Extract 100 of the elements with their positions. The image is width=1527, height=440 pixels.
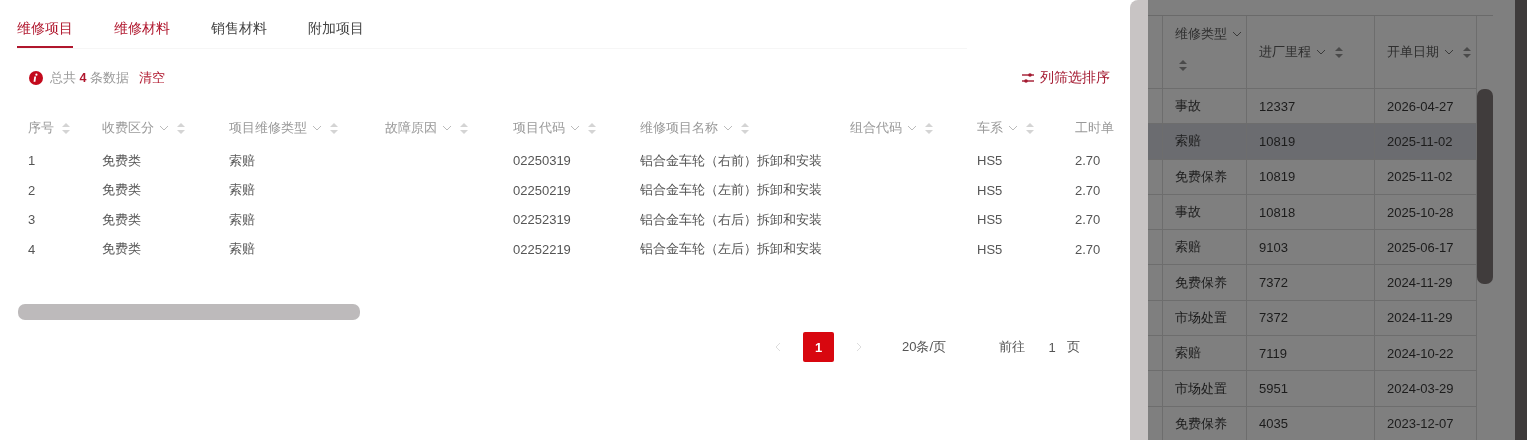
table-cell: 2026-04-27 — [1387, 98, 1454, 114]
chevron-down-icon[interactable] — [159, 125, 169, 131]
column-header[interactable]: 车系 — [977, 119, 1003, 137]
chevron-down-icon[interactable] — [1008, 125, 1018, 131]
column-header[interactable]: 工时单 — [1075, 119, 1114, 137]
chevron-down-icon[interactable] — [312, 125, 322, 131]
goto-label: 前往 — [999, 338, 1026, 356]
table-cell: 02252319 — [513, 212, 571, 228]
column-header[interactable]: 进厂里程 — [1259, 43, 1311, 61]
table-cell: 免费类 — [102, 210, 141, 229]
chevron-down-icon[interactable] — [442, 125, 452, 131]
record-count-text: 总共 4 条数据 — [50, 69, 129, 87]
column-header[interactable]: 维修类型 — [1175, 25, 1227, 43]
column-header[interactable]: 故障原因 — [385, 119, 437, 137]
sort-icon[interactable] — [1026, 122, 1034, 134]
sort-icon[interactable] — [177, 122, 185, 134]
table-cell: 事故 — [1175, 97, 1201, 116]
table-cell: 索赔 — [1175, 238, 1201, 257]
column-header[interactable]: 开单日期 — [1387, 43, 1439, 61]
table-cell: 铝合金车轮（左后）拆卸和安装 — [640, 240, 822, 259]
table-cell: 市场处置 — [1175, 379, 1227, 398]
page-button[interactable]: 1 — [803, 332, 834, 362]
sort-icon[interactable] — [460, 122, 468, 134]
table-cell: 铝合金车轮（左前）拆卸和安装 — [640, 181, 822, 200]
table-cell: 10819 — [1259, 133, 1296, 149]
tab[interactable]: 附加项目 — [308, 20, 364, 48]
table-cell: 2.70 — [1075, 212, 1101, 228]
column-filter-button[interactable]: 列筛选排序 — [1022, 69, 1110, 87]
table-cell: 7372 — [1259, 275, 1288, 291]
column-header[interactable]: 项目代码 — [513, 119, 565, 137]
table-cell: 免费保养 — [1175, 414, 1227, 433]
sort-icon[interactable] — [1179, 60, 1187, 71]
column-header[interactable]: 维修项目名称 — [640, 119, 718, 137]
column-header[interactable]: 组合代码 — [850, 119, 902, 137]
page-size-select[interactable]: 20条/页 — [902, 338, 947, 356]
table-cell: 2023-12-07 — [1387, 416, 1454, 432]
table-cell: HS5 — [977, 182, 1003, 198]
table-cell: 7372 — [1259, 310, 1288, 326]
table-cell: HS5 — [977, 241, 1003, 257]
table-cell: 2025-10-28 — [1387, 204, 1454, 220]
table-cell: 索赔 — [229, 181, 255, 200]
table-cell: 事故 — [1175, 203, 1201, 222]
chevron-down-icon[interactable] — [907, 125, 917, 131]
column-header[interactable]: 序号 — [28, 119, 54, 137]
tab[interactable]: 维修材料 — [114, 20, 170, 48]
table-cell: 2 — [28, 182, 36, 198]
tab[interactable]: 维修项目 — [17, 20, 73, 48]
table-cell: 2024-10-22 — [1387, 345, 1454, 361]
column-header[interactable]: 收费区分 — [102, 119, 154, 137]
table-cell: 索赔 — [1175, 132, 1201, 151]
sort-icon[interactable] — [925, 122, 933, 134]
sort-icon[interactable] — [588, 122, 596, 134]
table-cell: 02252219 — [513, 241, 571, 257]
table-cell: 免费类 — [102, 181, 141, 200]
table-cell: 2.70 — [1075, 153, 1101, 169]
highlighted-row[interactable]: 索赔 10819 2025-11-02 — [1148, 124, 1477, 160]
table-cell: 索赔 — [229, 240, 255, 259]
table-cell: 免费保养 — [1175, 273, 1227, 292]
tab[interactable]: 销售材料 — [211, 20, 267, 48]
sort-icon[interactable] — [741, 122, 749, 134]
table-cell: 2024-03-29 — [1387, 381, 1454, 396]
table-cell: 免费保养 — [1175, 167, 1227, 186]
table-cell: 2.70 — [1075, 241, 1101, 257]
chevron-down-icon[interactable] — [723, 125, 733, 131]
table-cell: 市场处置 — [1175, 308, 1227, 327]
table-cell: 12337 — [1259, 98, 1296, 114]
table-cell: 2025-11-02 — [1387, 133, 1453, 149]
table-cell: 2.70 — [1075, 182, 1101, 198]
chevron-down-icon[interactable] — [1444, 49, 1454, 55]
sliders-icon — [1022, 73, 1034, 83]
table-cell: 02250219 — [513, 182, 571, 198]
clear-link[interactable]: 清空 — [138, 69, 165, 87]
chevron-down-icon[interactable] — [570, 125, 580, 131]
scrollbar-track[interactable] — [1130, 0, 1148, 440]
sort-icon[interactable] — [1463, 46, 1471, 58]
scrollbar-thumb[interactable] — [1477, 89, 1493, 284]
table-cell: HS5 — [977, 153, 1003, 169]
sort-icon[interactable] — [62, 122, 70, 134]
chevron-down-icon[interactable] — [1316, 49, 1326, 55]
table-cell: 9103 — [1259, 239, 1288, 255]
sort-icon[interactable] — [330, 122, 338, 134]
column-header[interactable]: 项目维修类型 — [229, 119, 307, 137]
page-suffix: 页 — [1067, 338, 1081, 356]
table-cell: 免费类 — [102, 151, 141, 170]
table-cell: 免费类 — [102, 240, 141, 259]
scrollbar-thumb[interactable] — [18, 304, 360, 320]
table-cell: 10818 — [1259, 204, 1296, 220]
sort-icon[interactable] — [1335, 46, 1343, 58]
table-cell: HS5 — [977, 212, 1003, 228]
chevron-down-icon[interactable] — [1232, 31, 1242, 37]
table-cell: 2024-11-29 — [1387, 275, 1453, 291]
table-cell: 10819 — [1259, 169, 1296, 185]
table-cell: 2024-11-29 — [1387, 310, 1453, 326]
table-cell: 2025-06-17 — [1387, 239, 1454, 255]
table-cell: 5951 — [1259, 381, 1288, 396]
table-cell: 4035 — [1259, 416, 1288, 432]
info-icon — [29, 71, 43, 85]
table-cell: 7119 — [1259, 345, 1287, 361]
table-cell: 4 — [28, 241, 36, 257]
table-cell: 铝合金车轮（右前）拆卸和安装 — [640, 151, 822, 170]
